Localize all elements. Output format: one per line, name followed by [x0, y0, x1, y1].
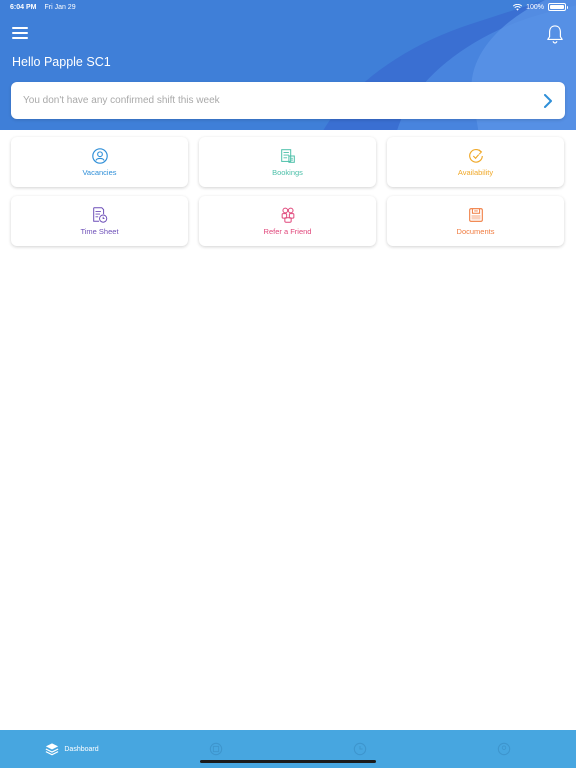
tab-profile[interactable]	[432, 730, 576, 768]
tab-dashboard[interactable]: Dashboard	[0, 730, 144, 768]
tile-availability[interactable]: Availability	[387, 137, 564, 187]
tile-label: Availability	[457, 168, 494, 177]
menu-icon[interactable]	[12, 27, 28, 40]
greeting-text: Hello Papple SC1	[12, 55, 111, 69]
status-date: Fri Jan 29	[44, 3, 76, 11]
people-icon	[281, 207, 294, 223]
tile-label: Time Sheet	[80, 227, 119, 236]
chevron-right-icon	[544, 93, 552, 108]
tile-documents[interactable]: Documents	[387, 196, 564, 246]
timesheet-icon	[92, 207, 107, 223]
status-time: 6:04 PM	[10, 3, 37, 11]
calendar-grid-icon	[280, 149, 295, 163]
shift-summary-card[interactable]: You don't have any confirmed shift this …	[11, 82, 565, 119]
battery-icon	[548, 3, 568, 11]
status-bar: 6:04 PM Fri Jan 29 100%	[0, 0, 576, 14]
tile-label: Bookings	[272, 168, 303, 177]
calendar-icon	[209, 742, 223, 756]
wifi-icon	[513, 3, 523, 11]
tile-bookings[interactable]: Bookings	[199, 137, 376, 187]
tile-time-sheet[interactable]: Time Sheet	[11, 196, 188, 246]
home-indicator	[200, 760, 376, 763]
clock-check-icon	[468, 148, 483, 163]
battery-percent: 100%	[526, 3, 544, 11]
shift-summary-text: You don't have any confirmed shift this …	[23, 95, 220, 106]
tile-label: Vacancies	[82, 168, 117, 177]
tab-label: Dashboard	[64, 745, 99, 753]
bell-icon[interactable]	[546, 24, 564, 44]
tile-refer-a-friend[interactable]: Refer a Friend	[199, 196, 376, 246]
clock-icon	[353, 742, 367, 756]
dashboard-grid: Vacancies Bookings Availability Time She…	[11, 137, 565, 246]
user-circle-icon	[91, 148, 108, 164]
tile-vacancies[interactable]: Vacancies	[11, 137, 188, 187]
folder-icon	[468, 208, 483, 222]
layers-icon	[45, 743, 59, 756]
tile-label: Refer a Friend	[263, 227, 312, 236]
user-icon	[497, 742, 511, 756]
tile-label: Documents	[456, 227, 495, 236]
